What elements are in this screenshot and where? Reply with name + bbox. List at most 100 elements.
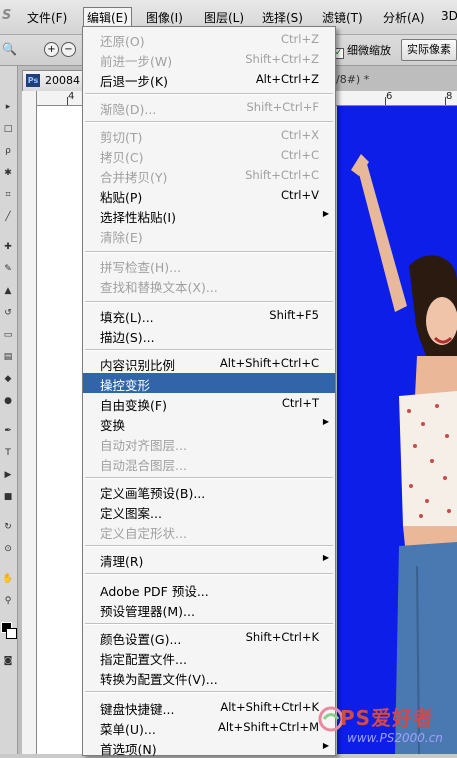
menu-item[interactable]: 描边(S)...: [83, 325, 335, 345]
app-logo: S: [2, 8, 12, 23]
menu-item[interactable]: Adobe PDF 预设...: [83, 579, 335, 599]
menu-item-label: 预设管理器(M)...: [100, 604, 195, 619]
crop-tool-icon[interactable]: ⌗: [2, 190, 14, 201]
menu-separator: [85, 477, 333, 479]
menu-item[interactable]: 自动混合图层...: [83, 453, 335, 473]
hand-tool-icon[interactable]: ✋: [2, 574, 14, 585]
menu-item[interactable]: 合并拷贝(Y) Shift+Ctrl+C: [83, 165, 335, 185]
menu-item[interactable]: 定义图案...: [83, 501, 335, 521]
zoom-tool-box-icon[interactable]: ⚲: [2, 596, 14, 607]
menu-item[interactable]: 前进一步(W) Shift+Ctrl+Z: [83, 49, 335, 69]
menu-item[interactable]: 粘贴(P) Ctrl+V: [83, 185, 335, 205]
menu-select[interactable]: 选择(S): [262, 9, 303, 26]
marquee-tool-icon[interactable]: □: [2, 124, 14, 135]
zoom-tool-icon[interactable]: 🔍: [2, 42, 17, 56]
menu-item[interactable]: 查找和替换文本(X)...: [83, 275, 335, 295]
menu-layer[interactable]: 图层(L): [204, 9, 244, 26]
menu-item-label: 填充(L)...: [100, 310, 154, 325]
document-tab[interactable]: Ps 20084: [22, 70, 86, 91]
menu-item[interactable]: 指定配置文件...: [83, 647, 335, 667]
menu-3d[interactable]: 3D: [441, 9, 457, 23]
menu-item[interactable]: 清除(E): [83, 225, 335, 245]
pen-tool-icon[interactable]: ✒: [2, 426, 14, 437]
menu-item[interactable]: 定义画笔预设(B)...: [83, 481, 335, 501]
watermark-text: PS爱好者: [340, 706, 435, 730]
menu-item[interactable]: 拼写检查(H)...: [83, 255, 335, 275]
menu-item[interactable]: 变换 ▶: [83, 413, 335, 433]
menu-item-shortcut: Shift+F5: [269, 308, 319, 322]
eraser-tool-icon[interactable]: ▭: [2, 330, 14, 341]
menu-item[interactable]: 内容识别比例 Alt+Shift+Ctrl+C: [83, 353, 335, 373]
menu-item[interactable]: 预设管理器(M)...: [83, 599, 335, 619]
menu-item-shortcut: Shift+Ctrl+F: [246, 100, 320, 114]
background-color-icon[interactable]: [6, 628, 17, 639]
menu-item-shortcut: Ctrl+V: [281, 188, 319, 202]
menu-item[interactable]: 拷贝(C) Ctrl+C: [83, 145, 335, 165]
gradient-tool-icon[interactable]: ▤: [2, 352, 14, 363]
menu-item[interactable]: 后退一步(K) Alt+Ctrl+Z: [83, 69, 335, 89]
ruler-tick-label: 4: [68, 91, 75, 102]
menu-filter[interactable]: 滤镜(T): [322, 9, 363, 26]
menu-image[interactable]: 图像(I): [146, 9, 183, 26]
menu-item[interactable]: 剪切(T) Ctrl+X: [83, 125, 335, 145]
menu-item-label: 颜色设置(G)...: [100, 632, 182, 647]
type-tool-icon[interactable]: T: [2, 448, 14, 459]
menu-item-shortcut: Alt+Ctrl+Z: [255, 72, 319, 86]
zoom-out-icon[interactable]: −: [61, 42, 76, 57]
menu-item-label: 菜单(U)...: [100, 722, 156, 737]
menu-separator: [85, 349, 333, 351]
menu-item-label: 前进一步(W): [100, 54, 173, 69]
move-tool-icon[interactable]: ▸: [2, 102, 14, 113]
eyedropper-tool-icon[interactable]: ╱: [2, 212, 14, 223]
scrubby-zoom-checkbox[interactable]: ✓ 细微缩放: [333, 42, 391, 59]
watermark-url: www.PS2000.cn: [347, 731, 443, 745]
menu-separator: [85, 121, 333, 123]
toolbox: ▸ □ ρ ✱ ⌗ ╱ ✚ ✎ ▲ ↺ ▭ ▤ ◆ ● ✒ T ▶ ■ ↻ ⊙ …: [0, 66, 18, 754]
menu-item-label: 清除(E): [100, 230, 143, 245]
menu-item[interactable]: 填充(L)... Shift+F5: [83, 305, 335, 325]
submenu-arrow-icon: ▶: [322, 553, 329, 562]
blur-tool-icon[interactable]: ◆: [2, 374, 14, 385]
lasso-tool-icon[interactable]: ρ: [2, 146, 14, 157]
menu-separator: [85, 251, 333, 253]
menu-item[interactable]: 定义自定形状...: [83, 521, 335, 541]
menu-item[interactable]: 首选项(N) ▶: [83, 737, 335, 757]
quick-mask-icon[interactable]: ◙: [2, 656, 14, 667]
magic-wand-tool-icon[interactable]: ✱: [2, 168, 14, 179]
menu-item[interactable]: 自动对齐图层...: [83, 433, 335, 453]
menu-item[interactable]: 键盘快捷键... Alt+Shift+Ctrl+K: [83, 697, 335, 717]
menu-item-label: 渐隐(D)...: [100, 102, 157, 117]
menu-item-shortcut: Ctrl+Z: [281, 32, 319, 46]
path-select-tool-icon[interactable]: ▶: [2, 470, 14, 481]
menu-separator: [85, 573, 333, 575]
menu-item-shortcut: Ctrl+X: [281, 128, 319, 142]
3d-orbit-tool-icon[interactable]: ⊙: [2, 544, 14, 555]
document-tab-name: 20084: [45, 74, 80, 87]
menu-item[interactable]: 还原(O) Ctrl+Z: [83, 29, 335, 49]
menu-item[interactable]: 选择性粘贴(I) ▶: [83, 205, 335, 225]
healing-brush-tool-icon[interactable]: ✚: [2, 242, 14, 253]
actual-pixels-button[interactable]: 实际像素: [401, 39, 457, 61]
menu-item-label: 拼写检查(H)...: [100, 260, 182, 275]
zoom-in-icon[interactable]: +: [44, 42, 59, 57]
menu-item-shortcut: Shift+Ctrl+K: [245, 630, 319, 644]
menu-analysis[interactable]: 分析(A): [383, 9, 425, 26]
menu-file[interactable]: 文件(F): [27, 9, 67, 26]
menu-item[interactable]: 清理(R) ▶: [83, 549, 335, 569]
brush-tool-icon[interactable]: ✎: [2, 264, 14, 275]
stamp-tool-icon[interactable]: ▲: [2, 286, 14, 297]
history-brush-tool-icon[interactable]: ↺: [2, 308, 14, 319]
menu-item[interactable]: 菜单(U)... Alt+Shift+Ctrl+M: [83, 717, 335, 737]
3d-rotate-tool-icon[interactable]: ↻: [2, 522, 14, 533]
menu-item[interactable]: 转换为配置文件(V)...: [83, 667, 335, 687]
menu-item-shortcut: Ctrl+T: [281, 396, 319, 410]
menu-item[interactable]: 操控变形: [83, 373, 335, 393]
shape-tool-icon[interactable]: ■: [2, 492, 14, 503]
dodge-tool-icon[interactable]: ●: [2, 396, 14, 407]
menu-item[interactable]: 颜色设置(G)... Shift+Ctrl+K: [83, 627, 335, 647]
menu-item[interactable]: 渐隐(D)... Shift+Ctrl+F: [83, 97, 335, 117]
vertical-ruler: [22, 91, 37, 754]
menu-item-shortcut: Shift+Ctrl+Z: [245, 52, 319, 66]
menu-item-label: Adobe PDF 预设...: [100, 584, 209, 599]
menu-item[interactable]: 自由变换(F) Ctrl+T: [83, 393, 335, 413]
